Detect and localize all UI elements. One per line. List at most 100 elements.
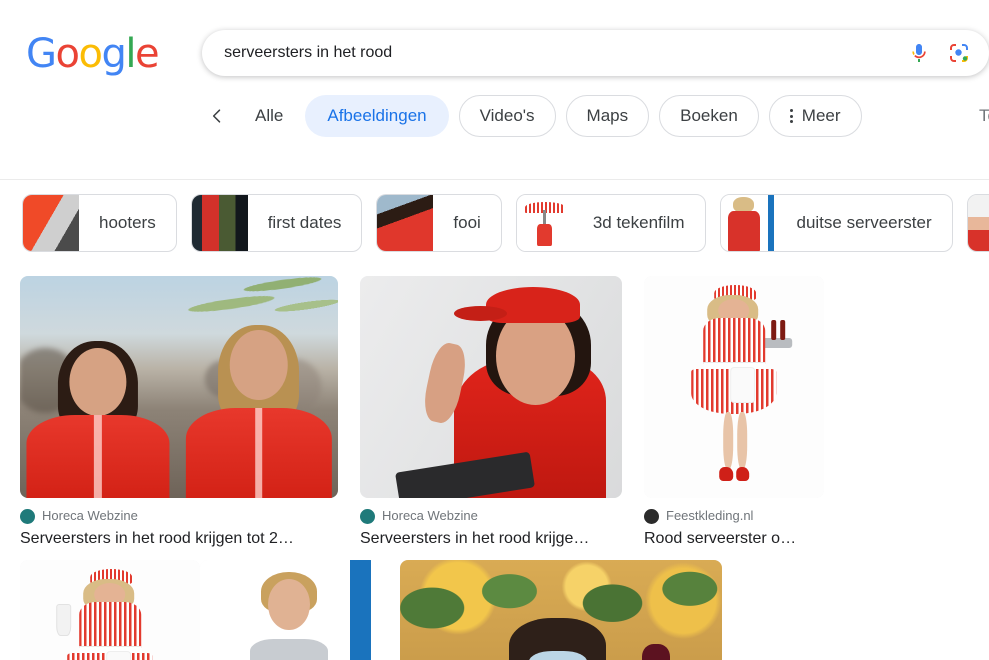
result-image-art	[20, 560, 200, 660]
red-shirt-shape	[185, 407, 332, 498]
image-result-card[interactable]: Feestkleding.nl Rood serveerster	[20, 560, 200, 660]
result-source-label: Feestkleding.nl	[666, 508, 754, 523]
tab-alle[interactable]: Alle	[243, 95, 296, 137]
tab-alle-label: Alle	[255, 106, 284, 125]
search-bar-icons	[907, 41, 975, 65]
search-bar[interactable]	[202, 30, 989, 76]
tab-afbeeldingen[interactable]: Afbeeldingen	[305, 95, 449, 137]
result-meta: Feestkleding.nl Rood serveerster o…	[644, 498, 824, 550]
tab-maps-label: Maps	[586, 106, 629, 125]
microphone-icon[interactable]	[907, 41, 931, 65]
image-thumbnail[interactable]	[200, 560, 378, 660]
chevron-left-icon[interactable]	[207, 106, 227, 126]
google-logo[interactable]: Google	[26, 31, 160, 77]
shoe-shape	[719, 466, 733, 481]
related-searches-row: hooters first dates fooi 3d tekenfilm du…	[0, 180, 989, 266]
bottle-shape	[779, 319, 786, 341]
image-result-card[interactable]	[400, 560, 722, 660]
leg-shape	[722, 411, 733, 469]
image-thumbnail[interactable]	[400, 560, 722, 660]
tab-videos[interactable]: Video's	[458, 95, 556, 137]
tab-videos-label: Video's	[479, 106, 535, 125]
striped-top-shape	[78, 601, 142, 651]
site-favicon-icon	[644, 508, 659, 524]
chip-thumbnail	[23, 195, 79, 251]
tab-boeken[interactable]: Boeken	[659, 95, 759, 137]
result-image-art	[644, 276, 824, 498]
bottle-shape	[770, 319, 777, 341]
result-title[interactable]: Rood serveerster o…	[644, 528, 824, 550]
result-title[interactable]: Serveersters in het rood krijge…	[360, 528, 622, 550]
striped-top-shape	[702, 317, 766, 367]
google-lens-icon[interactable]	[947, 41, 971, 65]
image-thumbnail[interactable]	[644, 276, 824, 498]
image-thumbnail[interactable]	[360, 276, 622, 498]
chip-thumbnail	[967, 195, 989, 251]
related-chip-label: 3d tekenfilm	[592, 213, 685, 232]
site-favicon-icon	[20, 508, 35, 524]
page-header: Google serveersters in het rood Alle Afb…	[0, 0, 989, 180]
red-cap-shape	[453, 287, 581, 323]
image-result-card[interactable]: Horeca Webzine Serveersters in het rood …	[360, 276, 622, 550]
chip-thumbnail	[516, 195, 573, 251]
tab-boeken-label: Boeken	[680, 106, 738, 125]
tools-button[interactable]: Tools	[979, 86, 989, 146]
apron-shape	[106, 650, 132, 660]
blue-band-shape	[349, 560, 371, 660]
tools-label: Tools	[979, 106, 989, 125]
result-image-art	[400, 560, 722, 660]
image-results-grid: Horeca Webzine Serveersters in het rood …	[0, 276, 989, 660]
leg-shape	[737, 411, 748, 469]
image-results: Horeca Webzine Serveersters in het rood …	[0, 266, 989, 660]
image-thumbnail[interactable]	[20, 276, 338, 498]
search-input[interactable]	[224, 39, 907, 67]
costume-figure	[678, 284, 793, 489]
related-chip-label: duitse serveerster	[796, 213, 932, 232]
logo-letter-e: e	[134, 31, 160, 77]
tab-afbeeldingen-label: Afbeeldingen	[327, 106, 427, 125]
related-chip-label: hooters	[99, 213, 156, 232]
result-image-art	[20, 276, 338, 498]
image-result-card[interactable]: Feestkleding.nl Rood serveerster o…	[644, 276, 824, 550]
logo-letter-o2: o	[78, 31, 102, 77]
result-source-label: Horeca Webzine	[42, 508, 138, 523]
result-image-art	[200, 560, 378, 660]
related-chip-3d-tekenfilm[interactable]: 3d tekenfilm	[515, 194, 706, 252]
related-chip-partial[interactable]	[966, 194, 989, 252]
logo-letter-g2: g	[101, 31, 126, 77]
logo-letter-g1: G	[26, 31, 57, 77]
torso-shape	[249, 639, 329, 660]
logo-letter-o1: o	[55, 31, 80, 77]
tab-meer[interactable]: Meer	[768, 95, 862, 137]
result-meta: Horeca Webzine Serveersters in het rood …	[20, 498, 338, 550]
wine-glass-shape	[641, 644, 671, 660]
glass-shape	[56, 603, 71, 637]
overflow-dots-icon	[789, 107, 793, 126]
shoe-shape	[736, 466, 750, 481]
person-left	[26, 338, 170, 498]
related-chip-first-dates[interactable]: first dates	[190, 194, 363, 252]
related-chip-label: first dates	[267, 213, 342, 232]
result-source[interactable]: Horeca Webzine	[360, 507, 622, 525]
tab-meer-label: Meer	[801, 106, 841, 125]
related-chip-hooters[interactable]: hooters	[22, 194, 177, 252]
site-favicon-icon	[360, 508, 375, 524]
related-chip-fooi[interactable]: fooi	[376, 194, 502, 252]
face-shape	[69, 347, 127, 417]
result-source[interactable]: Feestkleding.nl	[644, 507, 824, 525]
face-shape	[267, 579, 311, 631]
result-title[interactable]: Serveersters in het rood krijgen tot 2…	[20, 528, 338, 550]
related-chip-label: fooi	[453, 213, 481, 232]
related-chip-duitse-serveerster[interactable]: duitse serveerster	[719, 194, 953, 252]
result-source[interactable]: Horeca Webzine	[20, 507, 338, 525]
costume-figure	[54, 568, 166, 660]
result-image-art	[360, 276, 622, 498]
chip-thumbnail	[191, 195, 248, 251]
tab-maps[interactable]: Maps	[565, 95, 650, 137]
image-result-card[interactable]: Horeca Webzine Serveersters in het rood …	[20, 276, 338, 550]
face-mask-shape	[528, 651, 587, 660]
face-shape	[229, 330, 288, 401]
search-row: Google	[0, 0, 989, 84]
image-thumbnail[interactable]	[20, 560, 200, 660]
image-result-card[interactable]	[200, 560, 378, 660]
